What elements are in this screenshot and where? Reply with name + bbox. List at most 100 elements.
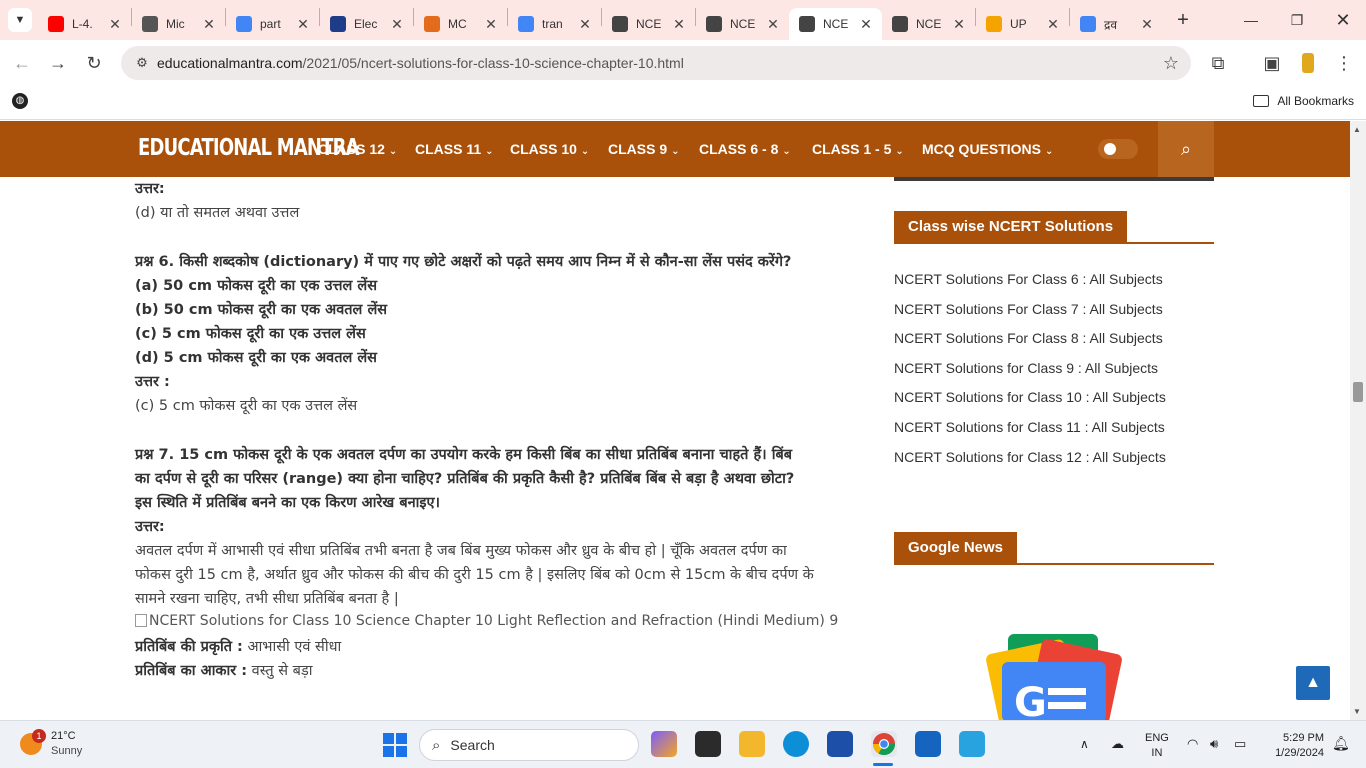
file-explorer-icon[interactable] (739, 731, 765, 757)
dark-mode-toggle[interactable] (1098, 139, 1138, 159)
side-panel-icon[interactable]: ▣ (1254, 45, 1290, 81)
page-scrollbar[interactable]: ▲ ▼ (1350, 121, 1366, 720)
globe-icon[interactable]: ◍ (12, 93, 28, 109)
site-search-button[interactable]: ⌕ (1158, 121, 1214, 177)
close-tab-icon[interactable]: ✕ (1045, 16, 1061, 33)
scroll-down-icon[interactable]: ▼ (1353, 707, 1361, 716)
browser-tab[interactable]: द्रव ✕ (1070, 8, 1163, 40)
close-window-button[interactable]: ✕ (1320, 0, 1366, 40)
broken-image-icon (135, 614, 147, 627)
close-tab-icon[interactable]: ✕ (1139, 16, 1155, 33)
close-tab-icon[interactable]: ✕ (577, 16, 593, 33)
browser-tab[interactable]: Mic ✕ (132, 8, 225, 40)
sidebar-link-class-8[interactable]: NCERT Solutions For Class 8 : All Subjec… (894, 330, 1163, 346)
plus-icon: + (1177, 8, 1189, 31)
browser-tab[interactable]: tran ✕ (508, 8, 601, 40)
tab-search-button[interactable]: ▼ (8, 8, 32, 32)
sidebar-link-class-12[interactable]: NCERT Solutions for Class 12 : All Subje… (894, 449, 1166, 465)
browser-tab[interactable]: L-4. ✕ (38, 8, 131, 40)
tab-title: Elec (354, 17, 378, 31)
sidebar-link-class-11[interactable]: NCERT Solutions for Class 11 : All Subje… (894, 419, 1165, 435)
task-view-icon[interactable] (695, 731, 721, 757)
answer-line-3: सामने रखना चाहिए, तभी सीधा प्रतिबिंब बनत… (135, 591, 399, 607)
answer-text: (d) या तो समतल अथवा उत्तल (135, 205, 300, 221)
weather-widget[interactable]: 1 21°C Sunny (20, 729, 82, 759)
cloud-icon[interactable]: ☁ (1111, 736, 1124, 752)
question-7-line-1: प्रश्न 7. 15 cm फोकस दूरी के एक अवतल दर्… (135, 447, 793, 463)
broken-image: NCERT Solutions for Class 10 Science Cha… (135, 613, 838, 629)
google-icon (236, 16, 252, 32)
site-navbar: EDUCATIONAL MANTRA CLASS 12 ⌄ CLASS 11 ⌄ C… (0, 121, 1366, 177)
tab-title: NCE (823, 17, 849, 31)
tab-title: NCE (730, 17, 756, 31)
copilot-icon[interactable] (651, 731, 677, 757)
new-tab-button[interactable]: + (1169, 6, 1197, 34)
browser-tab[interactable]: part ✕ (226, 8, 319, 40)
browser-tab[interactable]: MC ✕ (414, 8, 507, 40)
site-info-icon[interactable]: ⚙ (127, 55, 157, 71)
scroll-up-icon[interactable]: ▲ (1353, 125, 1361, 134)
close-tab-icon[interactable]: ✕ (671, 16, 687, 33)
address-bar[interactable]: ⚙ educationalmantra.com/2021/05/ncert-so… (121, 46, 1191, 80)
close-tab-icon[interactable]: ✕ (858, 16, 874, 33)
close-tab-icon[interactable]: ✕ (107, 16, 123, 33)
edge-icon[interactable] (783, 731, 809, 757)
chevron-up-icon[interactable]: ∧ (1080, 737, 1089, 751)
back-to-top-button[interactable]: ▲ (1296, 666, 1330, 700)
nav-class-9[interactable]: CLASS 9 ⌄ (608, 141, 680, 157)
close-tab-icon[interactable]: ✕ (201, 16, 217, 33)
browser-tab[interactable]: Elec ✕ (320, 8, 413, 40)
nav-class-12[interactable]: CLASS 12 ⌄ (318, 141, 397, 157)
browser-tab[interactable]: UP ✕ (976, 8, 1069, 40)
close-tab-icon[interactable]: ✕ (295, 16, 311, 33)
sidebar-link-class-9[interactable]: NCERT Solutions for Class 9 : All Subjec… (894, 360, 1158, 376)
minimize-button[interactable]: — (1228, 0, 1274, 40)
language-indicator[interactable]: ENG IN (1145, 731, 1169, 761)
option-b: (b) 50 cm फोकस दूरी का एक अवतल लेंस (135, 302, 388, 318)
browser-tab[interactable]: NCE ✕ (696, 8, 789, 40)
nav-mcq-questions[interactable]: MCQ QUESTIONS ⌄ (922, 141, 1053, 157)
temperature: 21°C (51, 730, 76, 742)
scrollbar-thumb[interactable] (1353, 382, 1363, 402)
sidebar-link-class-7[interactable]: NCERT Solutions For Class 7 : All Subjec… (894, 301, 1163, 317)
start-button[interactable] (383, 733, 407, 757)
browser-tab[interactable]: NCE ✕ (789, 8, 882, 40)
chrome-icon[interactable] (871, 731, 897, 757)
volume-icon[interactable]: 🔊︎ (1210, 736, 1218, 752)
sidebar-link-class-10[interactable]: NCERT Solutions for Class 10 : All Subje… (894, 389, 1166, 405)
reload-button[interactable]: ↻ (76, 45, 112, 81)
browser-tab[interactable]: NCE ✕ (882, 8, 975, 40)
close-tab-icon[interactable]: ✕ (483, 16, 499, 33)
back-button[interactable]: ← (4, 45, 40, 81)
nav-class-6-8[interactable]: CLASS 6 - 8 ⌄ (699, 141, 791, 157)
bookmark-star-icon[interactable]: ☆ (1163, 53, 1179, 74)
menu-icon[interactable]: ⋮ (1326, 45, 1362, 81)
system-clock[interactable]: 5:29 PM 1/29/2024 (1262, 731, 1324, 761)
restore-button[interactable]: ❐ (1274, 0, 1320, 40)
nav-class-1-5[interactable]: CLASS 1 - 5 ⌄ (812, 141, 904, 157)
svg-text:G: G (1014, 680, 1047, 720)
profile-avatar[interactable] (1290, 45, 1326, 81)
photos-icon[interactable] (959, 731, 985, 757)
store-icon[interactable] (827, 731, 853, 757)
nav-class-11[interactable]: CLASS 11 ⌄ (415, 141, 494, 157)
close-tab-icon[interactable]: ✕ (951, 16, 967, 33)
sidebar-link-class-6[interactable]: NCERT Solutions For Class 6 : All Subjec… (894, 271, 1163, 287)
notifications-icon[interactable]: 🔔︎ (1332, 735, 1350, 752)
wifi-icon[interactable]: ◠ (1187, 736, 1198, 752)
all-bookmarks-button[interactable]: All Bookmarks (1253, 94, 1354, 108)
answer-label: उत्तर: (135, 181, 165, 197)
close-tab-icon[interactable]: ✕ (765, 16, 781, 33)
battery-icon[interactable]: ▭ (1234, 736, 1246, 752)
forward-button[interactable]: → (40, 45, 76, 81)
notepad-icon[interactable] (915, 731, 941, 757)
close-tab-icon[interactable]: ✕ (389, 16, 405, 33)
google-news-icon[interactable]: G (986, 632, 1122, 720)
extensions-icon[interactable]: ⧉ (1200, 45, 1236, 81)
taskbar-search[interactable]: ⌕ Search (419, 729, 639, 761)
folder-icon (1253, 95, 1270, 107)
tab-title: NCE (636, 17, 662, 31)
globe-icon (142, 16, 158, 32)
browser-tab[interactable]: NCE ✕ (602, 8, 695, 40)
nav-class-10[interactable]: CLASS 10 ⌄ (510, 141, 589, 157)
